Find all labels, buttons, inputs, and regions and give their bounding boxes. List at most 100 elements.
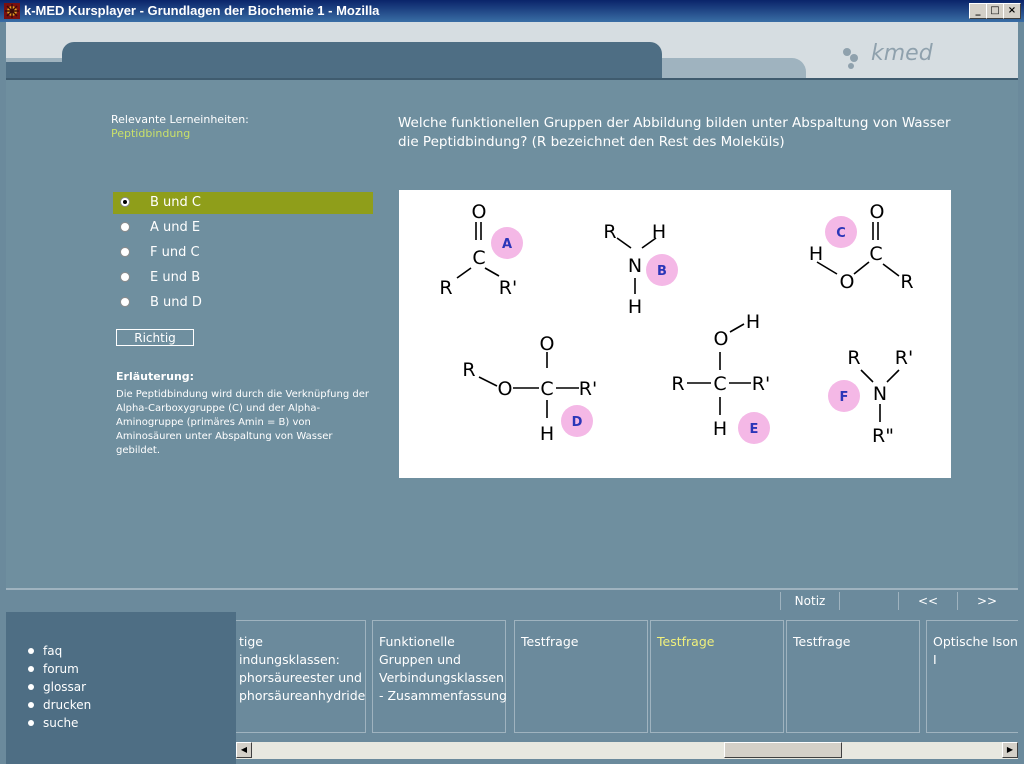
result-button[interactable]: Richtig [116, 329, 194, 346]
atom-label: N [873, 383, 887, 405]
main-content: Relevante Lerneinheiten: Peptidbindung W… [6, 80, 1018, 588]
close-button[interactable]: × [1003, 3, 1021, 19]
answer-option[interactable]: B und D [113, 292, 373, 314]
sidebar-menu: faq forum glossar drucken suche [26, 642, 91, 732]
atom-label: R' [752, 373, 770, 395]
answer-option[interactable]: E und B [113, 267, 373, 289]
header-bar: kmed [6, 22, 1018, 79]
app-frame: kmed Relevante Lerneinheiten: Peptidbind… [0, 22, 1024, 764]
note-button[interactable]: Notiz [780, 592, 839, 610]
page-nav: Notiz << >> [780, 592, 1016, 610]
lesson-strip: tige indungsklassen: phorsäureester und … [236, 620, 1018, 735]
lesson-card[interactable]: Testfrage [786, 620, 920, 733]
maximize-button[interactable]: □ [986, 3, 1004, 19]
answer-option-label: B und D [150, 295, 202, 310]
footer-panel: Notiz << >> faq forum glossar drucken su… [6, 590, 1018, 764]
atom-label: C [713, 373, 726, 395]
radio-button[interactable] [120, 247, 130, 257]
atom-label: H [713, 418, 727, 440]
scroll-right-button[interactable]: ▶ [1002, 742, 1018, 758]
group-tag: C [836, 226, 846, 241]
scroll-left-button[interactable]: ◀ [236, 742, 252, 758]
atom-label: H [540, 423, 554, 445]
radio-button[interactable] [120, 297, 130, 307]
answer-option-label: F und C [150, 245, 200, 260]
lesson-card-current[interactable]: Testfrage [650, 620, 784, 733]
minimize-button[interactable]: _ [969, 3, 987, 19]
kmed-logo: kmed [843, 41, 934, 69]
atom-label: O [870, 201, 885, 223]
brand-name: kmed [871, 41, 934, 66]
group-tag: B [657, 264, 667, 279]
explanation-text: Die Peptidbindung wird durch die Verknüp… [116, 389, 369, 456]
atom-label: R [900, 271, 913, 293]
atom-label: O [472, 201, 487, 223]
atom-label: R [439, 277, 452, 299]
sidebar-item-glossar[interactable]: glossar [26, 678, 91, 696]
atom-label: R' [895, 347, 913, 369]
lesson-strip-scrollbar[interactable]: ◀ ▶ [236, 742, 1018, 759]
atom-label: C [869, 243, 882, 265]
lesson-card[interactable]: tige indungsklassen: phorsäureester und … [236, 620, 366, 733]
atom-label: R [603, 221, 616, 243]
atom-label: R' [499, 277, 517, 299]
atom-label: O [714, 328, 729, 350]
sidebar-item-forum[interactable]: forum [26, 660, 91, 678]
explanation-title: Erläuterung: [116, 370, 195, 383]
lesson-card-title: tige indungsklassen: phorsäureester und … [239, 634, 366, 703]
window-titlebar: k-MED Kursplayer - Grundlagen der Bioche… [0, 0, 1024, 22]
answer-option-label: A und E [150, 220, 201, 235]
mozilla-app-icon [4, 3, 20, 19]
next-button[interactable]: >> [957, 592, 1016, 610]
atom-label: O [498, 378, 513, 400]
group-tag: A [502, 237, 512, 252]
nav-spacer [839, 592, 898, 610]
radio-button[interactable] [120, 197, 130, 207]
group-tag: D [572, 415, 583, 430]
lesson-card-title: Funktionelle Gruppen und Verbindungsklas… [379, 634, 507, 703]
window-title: k-MED Kursplayer - Grundlagen der Bioche… [24, 3, 380, 18]
sidebar: faq forum glossar drucken suche [6, 612, 236, 764]
relevant-unit-link[interactable]: Peptidbindung [111, 127, 190, 140]
functional-groups-diagram: O C R R' R H N H O H C O R R O C O R' H … [399, 190, 951, 478]
lesson-card[interactable]: Testfrage [514, 620, 648, 733]
atom-label: O [540, 333, 555, 355]
answer-option-label: E und B [150, 270, 201, 285]
atom-label: R [671, 373, 684, 395]
atom-label: H [746, 311, 760, 333]
atom-label: C [472, 247, 485, 269]
lesson-card-title: Testfrage [793, 634, 851, 649]
atom-label: R [462, 359, 475, 381]
answer-option[interactable]: A und E [113, 217, 373, 239]
answer-option[interactable]: B und C [113, 192, 373, 214]
answer-options: B und C A und E F und C E und B B und D [113, 192, 373, 317]
answer-option[interactable]: F und C [113, 242, 373, 264]
answer-option-label: B und C [150, 195, 201, 210]
sidebar-item-drucken[interactable]: drucken [26, 696, 91, 714]
group-tag: E [750, 422, 759, 437]
group-tag: F [840, 390, 849, 405]
atom-label: R [847, 347, 860, 369]
radio-button[interactable] [120, 222, 130, 232]
header-tab-accent [6, 62, 230, 79]
atom-label: H [628, 296, 642, 318]
lesson-card[interactable]: Funktionelle Gruppen und Verbindungsklas… [372, 620, 507, 733]
lesson-card-title: Testfrage [657, 634, 715, 649]
atom-label: R" [872, 425, 894, 447]
scroll-thumb[interactable] [724, 742, 842, 758]
atom-label: H [652, 221, 666, 243]
sidebar-item-suche[interactable]: suche [26, 714, 91, 732]
question-text: Welche funktionellen Gruppen der Abbildu… [398, 115, 951, 150]
radio-button[interactable] [120, 272, 130, 282]
sidebar-item-faq[interactable]: faq [26, 642, 91, 660]
relevant-units-label: Relevante Lerneinheiten: [111, 113, 249, 126]
atom-label: O [840, 271, 855, 293]
lesson-card-title: Testfrage [521, 634, 579, 649]
lesson-card[interactable]: Optische Ison I [926, 620, 1018, 733]
atom-label: N [628, 255, 642, 277]
atom-label: H [809, 243, 823, 265]
atom-label: R' [579, 378, 597, 400]
lesson-card-title: Optische Ison I [933, 634, 1018, 667]
atom-label: C [540, 378, 553, 400]
prev-button[interactable]: << [898, 592, 957, 610]
